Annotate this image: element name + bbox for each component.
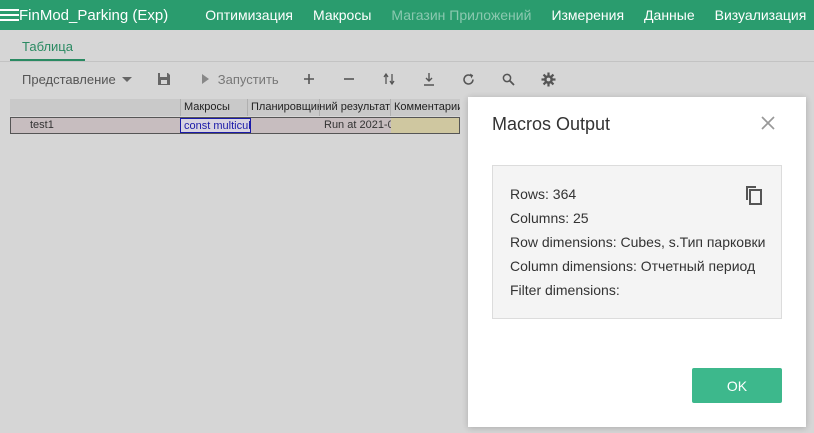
save-button[interactable]: [144, 66, 184, 92]
search-button[interactable]: [489, 66, 529, 92]
table-row[interactable]: test1 const multicube Run at 2021-0: [10, 117, 460, 134]
output-filter-dimensions: Filter dimensions:: [510, 282, 620, 298]
menu-item-app-store: Магазин Приложений: [391, 7, 532, 23]
tab-table[interactable]: Таблица: [10, 36, 85, 61]
menu-item-visualization[interactable]: Визуализация: [705, 7, 814, 23]
main-menu: Оптимизация Макросы Магазин Приложений И…: [195, 7, 814, 23]
output-row-dimensions: Row dimensions: Cubes, s.Тип парковки: [510, 234, 766, 250]
gear-icon: [541, 72, 556, 86]
column-header-macros[interactable]: Макросы: [180, 99, 247, 116]
view-dropdown-label: Представление: [22, 71, 116, 87]
macros-grid: Макросы Планировщик Последний результат …: [10, 99, 460, 134]
sort-icon: [383, 72, 395, 86]
tab-divider: [0, 61, 814, 62]
run-button[interactable]: Запустить: [184, 66, 289, 92]
remove-button[interactable]: [329, 66, 369, 92]
column-header-last-result[interactable]: Последний результат: [319, 99, 390, 116]
download-icon: [423, 73, 434, 86]
menu-item-macros[interactable]: Макросы: [303, 7, 381, 23]
copy-icon[interactable]: [741, 182, 765, 206]
output-panel: Rows: 364 Columns: 25 Row dimensions: Cu…: [492, 165, 782, 319]
output-rows: Rows: 364: [510, 186, 577, 202]
dialog-title: Macros Output: [492, 114, 611, 134]
add-button[interactable]: [289, 66, 329, 92]
output-columns: Columns: 25: [510, 210, 589, 226]
close-icon[interactable]: [759, 114, 777, 132]
play-icon: [201, 74, 209, 84]
column-header-comments[interactable]: Комментарии: [390, 99, 460, 116]
menu-item-optimization[interactable]: Оптимизация: [195, 7, 303, 23]
run-button-label: Запустить: [217, 71, 279, 87]
row-name-cell[interactable]: test1: [27, 118, 177, 133]
refresh-icon: [463, 73, 474, 85]
menu-item-data[interactable]: Данные: [634, 7, 705, 23]
view-dropdown[interactable]: Представление: [10, 66, 144, 92]
caret-down-icon: [121, 76, 132, 82]
column-header-scheduler[interactable]: Планировщик: [247, 99, 319, 116]
macros-output-dialog: Macros Output Rows: 364 Columns: 25 Row …: [468, 97, 806, 427]
macro-cell[interactable]: const multicube: [180, 118, 251, 133]
sort-button[interactable]: [369, 66, 409, 92]
refresh-button[interactable]: [449, 66, 489, 92]
scheduler-cell[interactable]: [251, 118, 321, 133]
minus-icon: [343, 78, 354, 80]
save-icon: [157, 73, 170, 85]
last-result-cell[interactable]: Run at 2021-0: [321, 118, 391, 133]
app-title[interactable]: FinMod_Parking (Exp): [19, 7, 183, 24]
menu-item-dimensions[interactable]: Измерения: [541, 7, 634, 23]
plus-icon: [303, 74, 314, 84]
download-button[interactable]: [409, 66, 449, 92]
search-icon: [502, 73, 515, 86]
top-navigation-bar: FinMod_Parking (Exp) Оптимизация Макросы…: [0, 0, 814, 30]
ok-button[interactable]: OK: [692, 368, 782, 403]
settings-button[interactable]: [529, 66, 569, 92]
comment-cell[interactable]: [391, 118, 459, 133]
tab-bar: Таблица: [10, 36, 85, 61]
output-column-dimensions: Column dimensions: Отчетный период: [510, 258, 756, 274]
grid-header-row: Макросы Планировщик Последний результат …: [10, 99, 460, 116]
toolbar: Представление Запустить: [10, 66, 569, 92]
hamburger-menu-icon[interactable]: [0, 0, 19, 30]
